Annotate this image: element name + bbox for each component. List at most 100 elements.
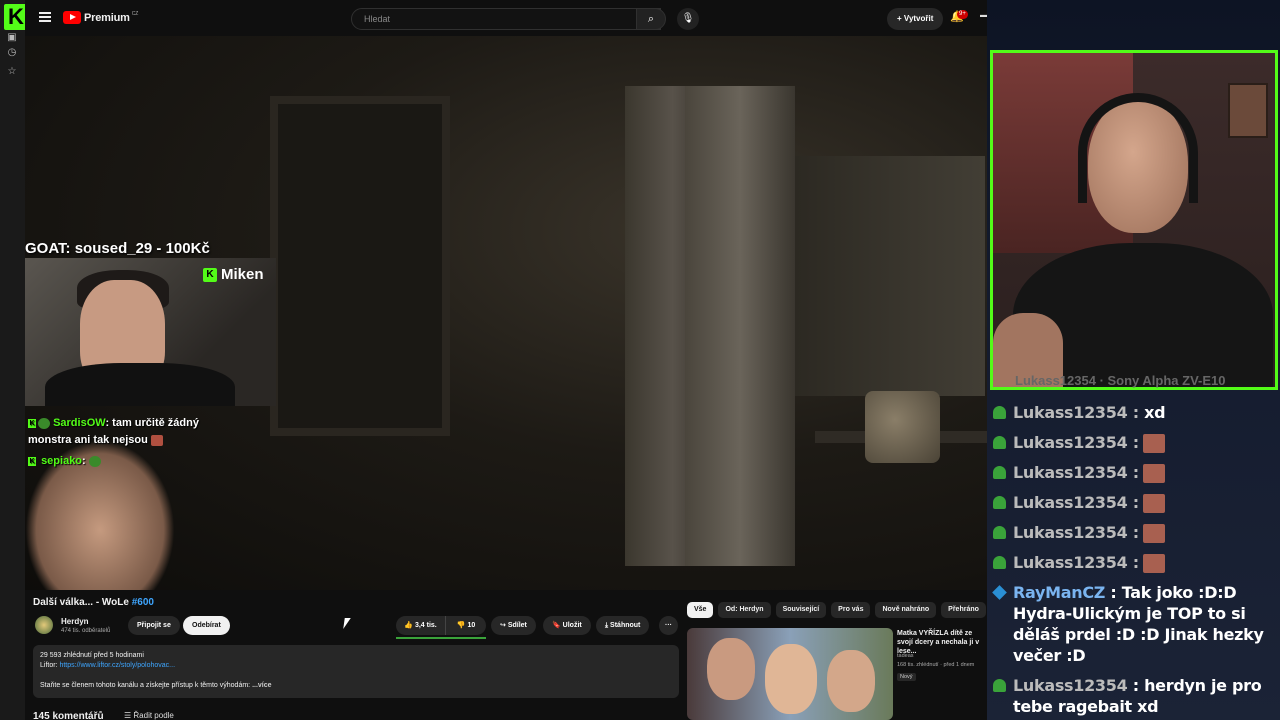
thumbnail-face: [765, 644, 817, 714]
overlay-chat-text: monstra ani tak nejsou: [28, 434, 148, 446]
kick-badge-icon: K: [203, 267, 217, 282]
user-icon: [993, 466, 1006, 479]
overlay-chat-user: SardisOW: [53, 417, 106, 429]
headset-icon: [1078, 93, 1198, 203]
chat-username: Lukass12354: [1013, 433, 1128, 452]
dislike-button[interactable]: 👎 10: [446, 616, 486, 635]
channel-avatar[interactable]: [35, 616, 53, 634]
video-hashtag[interactable]: #600: [132, 597, 154, 608]
chip-all[interactable]: Vše: [687, 602, 714, 618]
kick-badge-icon: K: [28, 456, 36, 466]
country-code: CZ: [131, 10, 139, 17]
emote-icon: [1142, 464, 1165, 483]
stream-chat: Lukass12354 : xd Lukass12354 : Lukass123…: [992, 402, 1278, 720]
chip-watched[interactable]: Přehráno: [941, 602, 986, 618]
create-label: Vytvořit: [903, 14, 934, 23]
video-title: Další válka... - WoLe #600: [33, 597, 154, 608]
video-title-text: Další válka... - WoLe: [33, 597, 129, 608]
youtube-logo[interactable]: Premium CZ: [63, 11, 138, 24]
voice-search-button[interactable]: 🎙: [677, 8, 699, 30]
facecam-name: Miken: [221, 266, 264, 283]
user-icon: [993, 556, 1006, 569]
chat-username: Lukass12354: [1013, 403, 1128, 422]
search-input[interactable]: [352, 9, 660, 29]
channel-name[interactable]: Herdyn: [61, 617, 89, 626]
menu-icon[interactable]: [39, 12, 51, 22]
share-button[interactable]: ↪ Sdílet: [491, 616, 536, 635]
related-video-thumbnail[interactable]: [687, 628, 893, 720]
history-icon[interactable]: ◷: [6, 47, 18, 59]
user-icon: [993, 679, 1006, 692]
chat-message: Lukass12354 :: [993, 432, 1278, 453]
new-badge: Nový: [897, 673, 916, 681]
kick-badge-icon: K: [28, 418, 36, 428]
bookmark-icon: 🔖: [552, 622, 563, 629]
chat-username: Lukass12354: [1013, 553, 1128, 572]
like-button[interactable]: 👍 3,4 tis.: [396, 616, 446, 635]
join-button[interactable]: Připojit se: [128, 616, 180, 635]
sort-icon: ☰: [124, 711, 134, 720]
show-more-button[interactable]: ...více: [252, 682, 271, 689]
share-icon: ↪: [500, 622, 508, 629]
plus-icon: +: [897, 14, 904, 23]
chip-for-you[interactable]: Pro vás: [831, 602, 871, 618]
more-actions-button[interactable]: ···: [659, 616, 678, 635]
chat-username: Lukass12354: [1013, 463, 1128, 482]
sidebar-icon[interactable]: ▣: [6, 32, 18, 44]
like-ratio-bar: [396, 637, 486, 639]
mouse-cursor-icon: [343, 618, 351, 629]
emote-icon: [1142, 554, 1165, 573]
streamer-cam: [990, 50, 1278, 390]
video-scene-jar: [865, 391, 940, 463]
member-text: Staňte se členem tohoto kanálu a získejt…: [40, 682, 251, 689]
chip-related[interactable]: Související: [775, 602, 827, 618]
emote-icon: [1142, 494, 1165, 513]
chat-message: Lukass12354 :: [993, 462, 1278, 483]
star-icon[interactable]: ☆: [6, 66, 18, 78]
like-dislike-group: 👍 3,4 tis. 👎 10: [396, 616, 486, 635]
chat-separator: :: [1127, 463, 1139, 482]
chip-from-herdyn[interactable]: Od: Herdyn: [718, 602, 771, 618]
thumbs-down-icon: 👎: [456, 622, 468, 629]
chat-separator: :: [1105, 583, 1117, 602]
chat-message: Lukass12354 : herdyn je pro tebe ragebai…: [993, 675, 1278, 717]
emote-icon: [1142, 434, 1165, 453]
chat-username: RayManCZ: [1013, 583, 1106, 602]
overlay-chat-line: monstra ani tak nejsou: [28, 432, 163, 449]
overlay-chat-line: K sepiako:: [28, 453, 101, 470]
create-button[interactable]: + Vytvořit: [887, 8, 944, 30]
emote-icon: [88, 455, 101, 467]
search-button[interactable]: ⌕: [636, 8, 666, 30]
chat-username: Lukass12354: [1013, 523, 1128, 542]
save-label: Uložit: [562, 622, 582, 629]
subscribe-button[interactable]: Odebírat: [183, 616, 230, 635]
search-box[interactable]: [351, 8, 661, 30]
chat-separator: :: [1127, 493, 1139, 512]
download-button[interactable]: ⤓ Stáhnout: [596, 616, 650, 635]
views-date: 29 593 zhlédnutí před 5 hodinami: [40, 652, 144, 659]
chat-separator: :: [1127, 523, 1139, 542]
user-icon: [993, 526, 1006, 539]
search-icon: ⌕: [647, 13, 655, 25]
chat-message: Lukass12354 :: [993, 552, 1278, 573]
comment-count: 145 komentářů: [33, 711, 104, 720]
chip-recently-uploaded[interactable]: Nově nahráno: [875, 602, 937, 618]
thumbnail-face: [827, 650, 875, 712]
emote-icon: [1142, 524, 1165, 543]
sort-label: Řadit podle: [133, 711, 174, 720]
microphone-icon: 🎙: [681, 13, 695, 24]
sort-button[interactable]: ☰ Řadit podle: [124, 711, 174, 720]
dislike-count: 10: [467, 622, 476, 629]
save-button[interactable]: 🔖 Uložit: [543, 616, 591, 635]
thumbs-up-icon: 👍: [404, 622, 415, 629]
channel-subscribers: 474 tis. odběratelů: [61, 628, 111, 634]
liftor-link[interactable]: https://www.liftor.cz/stoly/polohovac...: [59, 662, 175, 669]
notifications-badge: 9+: [957, 10, 968, 19]
related-video-channel[interactable]: tadeas: [897, 652, 989, 661]
description-box[interactable]: 29 593 zhlédnutí před 5 hodinami Liftor:…: [33, 645, 679, 698]
overlay-chat-text: :: [82, 455, 86, 467]
video-scene-door: [270, 96, 450, 436]
overlay-chat-text: : tam určitě žádný: [105, 417, 199, 429]
youtube-header: Premium CZ ⌕ 🎙 + Vytvořit 🔔 9+ ▬▬: [25, 0, 1010, 36]
chat-message: RayManCZ : Tak joko :D:D Hydra-Ulickým j…: [992, 582, 1278, 666]
